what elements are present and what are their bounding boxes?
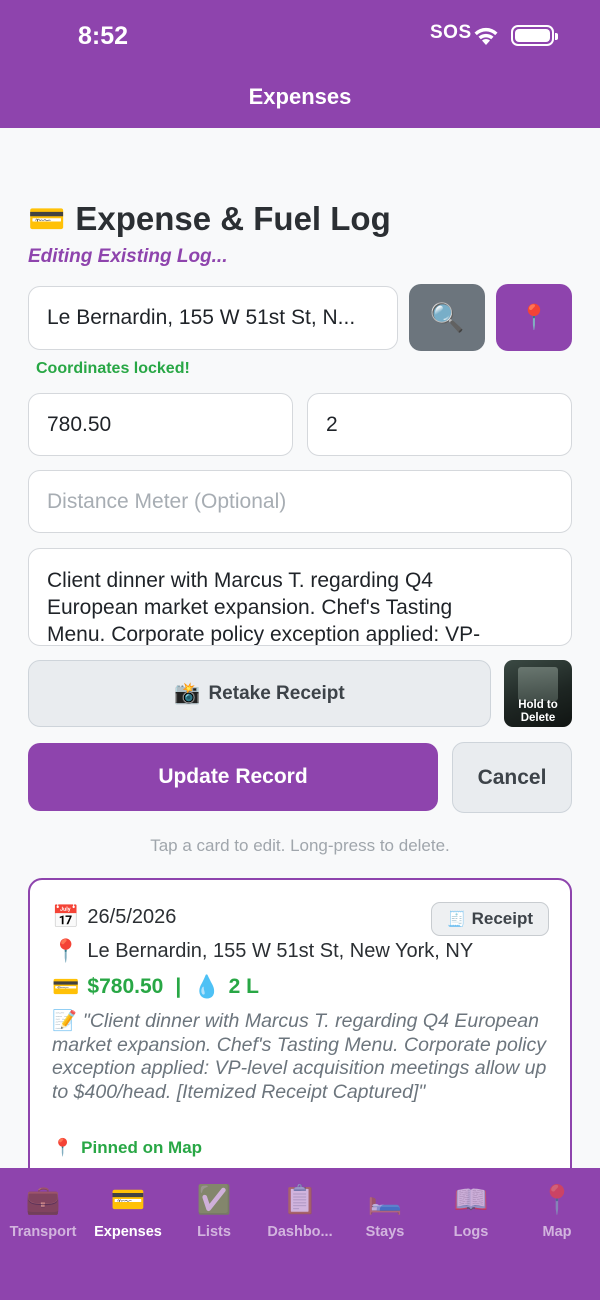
receipt-thumbnail[interactable]: Hold to Delete <box>504 660 572 727</box>
pinned-status: 📍 Pinned on Map <box>52 1138 202 1158</box>
editing-status: Editing Existing Log... <box>28 246 228 267</box>
form-title: 💳 Expense & Fuel Log <box>28 200 391 238</box>
tab-transport[interactable]: 💼 Transport <box>0 1182 86 1240</box>
credit-card-icon: 💳 <box>28 202 66 236</box>
tab-stays[interactable]: 🛏️ Stays <box>342 1182 428 1240</box>
update-record-button[interactable]: Update Record <box>28 743 438 811</box>
tab-label: Stays <box>365 1224 405 1240</box>
search-location-button[interactable]: 🔍 <box>409 284 485 351</box>
status-time: 8:52 <box>78 22 129 50</box>
calendar-icon: 📅 <box>52 904 80 929</box>
expense-card[interactable]: 📅 26/5/2026 🧾 Receipt 📍 Le Bernardin, 15… <box>28 878 572 1198</box>
battery-icon <box>511 25 558 46</box>
tab-logs[interactable]: 📖 Logs <box>428 1182 514 1240</box>
pinned-label: Pinned on Map <box>81 1138 203 1157</box>
pin-location-button[interactable]: 📍 <box>496 284 572 351</box>
tab-bar: 💼 Transport 💳 Expenses ✅ Lists 📋 Dashbo.… <box>0 1168 600 1300</box>
card-amount: $780.50 <box>87 975 164 998</box>
map-pin-icon: 📍 <box>519 304 549 331</box>
amount-input[interactable]: 780.50 <box>28 393 293 456</box>
status-bar: 8:52 SOS Expenses <box>0 0 600 128</box>
tab-label: Transport <box>9 1224 77 1240</box>
notes-textarea[interactable]: Client dinner with Marcus T. regarding Q… <box>28 548 572 646</box>
notes-line: Client dinner with Marcus T. regarding Q… <box>47 569 433 592</box>
edit-hint: Tap a card to edit. Long-press to delete… <box>150 836 450 855</box>
tab-expenses[interactable]: 💳 Expenses <box>85 1182 171 1240</box>
map-pin-icon: 📍 <box>539 1184 575 1215</box>
volume-input[interactable]: 2 <box>307 393 572 456</box>
cancel-button[interactable]: Cancel <box>452 742 572 813</box>
tab-label: Logs <box>453 1224 489 1240</box>
retake-receipt-label: Retake Receipt <box>208 682 345 704</box>
location-input[interactable]: Le Bernardin, 155 W 51st St, N... <box>28 286 398 350</box>
clipboard-icon: 📋 <box>282 1184 318 1215</box>
distance-input[interactable]: Distance Meter (Optional) <box>28 470 572 533</box>
form-title-text: Expense & Fuel Log <box>75 200 391 237</box>
tab-label: Expenses <box>94 1224 162 1240</box>
sos-indicator: SOS <box>430 22 472 43</box>
check-mark-icon: ✅ <box>196 1184 232 1215</box>
book-icon: 📖 <box>453 1184 489 1215</box>
notes-line: European market expansion. Chef's Tastin… <box>47 596 453 619</box>
card-date-row: 📅 26/5/2026 <box>52 904 176 930</box>
droplet-icon: 💧 <box>193 974 221 999</box>
card-date: 26/5/2026 <box>87 905 177 928</box>
tab-label: Dashbo... <box>267 1224 333 1240</box>
card-amount-row: 💳 $780.50 | 💧 2 L <box>52 974 259 1000</box>
hold-to-delete-label: Hold to Delete <box>518 699 558 724</box>
map-pin-icon: 📍 <box>52 1138 74 1157</box>
memo-icon: 📝 <box>52 1010 77 1032</box>
receipt-badge[interactable]: 🧾 Receipt <box>431 902 549 936</box>
coordinates-status: Coordinates locked! <box>36 360 190 377</box>
card-volume: 2 L <box>228 975 259 998</box>
bed-icon: 🛏️ <box>367 1184 403 1215</box>
card-note: 📝 "Client dinner with Marcus T. regarding… <box>52 1010 557 1104</box>
tab-label: Map <box>542 1224 572 1240</box>
card-note-text: "Client dinner with Marcus T. regarding … <box>52 1010 547 1103</box>
credit-card-icon: 💳 <box>110 1184 146 1215</box>
tab-map[interactable]: 📍 Map <box>514 1182 600 1240</box>
separator: | <box>175 975 182 998</box>
card-place-row: 📍 Le Bernardin, 155 W 51st St, New York,… <box>52 938 473 964</box>
card-place: Le Bernardin, 155 W 51st St, New York, N… <box>87 939 474 962</box>
wifi-icon <box>474 27 498 45</box>
camera-flash-icon: 📸 <box>174 681 201 705</box>
receipt-badge-label: Receipt <box>471 909 534 928</box>
page-title: Expenses <box>248 84 352 109</box>
notes-line: Menu. Corporate policy exception applied… <box>47 623 481 646</box>
tab-dashboard[interactable]: 📋 Dashbo... <box>257 1182 343 1240</box>
retake-receipt-button[interactable]: 📸 Retake Receipt <box>28 660 491 727</box>
map-pin-icon: 📍 <box>52 938 80 963</box>
magnifier-icon: 🔍 <box>429 302 465 333</box>
receipt-icon: 🧾 <box>446 911 466 928</box>
tab-label: Lists <box>197 1224 231 1240</box>
tab-lists[interactable]: ✅ Lists <box>171 1182 257 1240</box>
briefcase-icon: 💼 <box>25 1184 61 1215</box>
credit-card-icon: 💳 <box>52 974 80 999</box>
